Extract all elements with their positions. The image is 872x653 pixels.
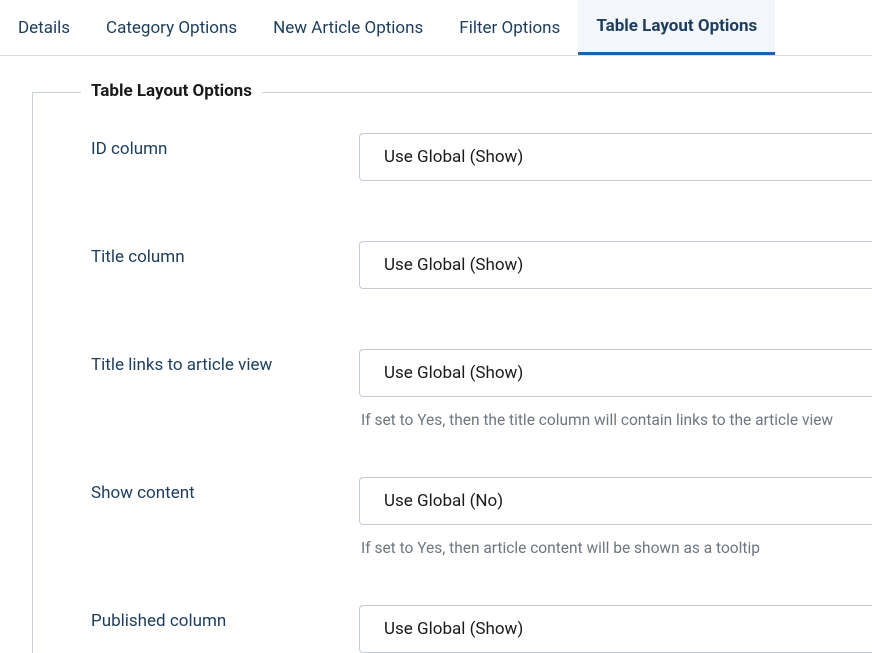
control-id-column: Use Global (Show) bbox=[359, 133, 872, 181]
tab-new-article-options[interactable]: New Article Options bbox=[255, 0, 441, 55]
tab-category-options[interactable]: Category Options bbox=[88, 0, 255, 55]
tab-table-layout-options[interactable]: Table Layout Options bbox=[578, 0, 775, 55]
tab-filter-options[interactable]: Filter Options bbox=[441, 0, 578, 55]
select-published-column[interactable]: Use Global (Show) bbox=[359, 605, 872, 653]
control-title-links: Use Global (Show) If set to Yes, then th… bbox=[359, 349, 872, 429]
select-title-links[interactable]: Use Global (Show) bbox=[359, 349, 872, 397]
table-layout-fieldset: Table Layout Options ID column Use Globa… bbox=[32, 92, 872, 653]
label-id-column: ID column bbox=[91, 133, 359, 159]
tab-content: Table Layout Options ID column Use Globa… bbox=[0, 56, 872, 653]
control-title-column: Use Global (Show) bbox=[359, 241, 872, 289]
tabs-bar: Details Category Options New Article Opt… bbox=[0, 0, 872, 56]
field-row-title-links: Title links to article view Use Global (… bbox=[91, 349, 872, 429]
field-row-id-column: ID column Use Global (Show) bbox=[91, 133, 872, 181]
select-show-content[interactable]: Use Global (No) bbox=[359, 477, 872, 525]
help-title-links: If set to Yes, then the title column wil… bbox=[359, 411, 872, 429]
label-published-column: Published column bbox=[91, 605, 359, 631]
select-title-column[interactable]: Use Global (Show) bbox=[359, 241, 872, 289]
fields-container: ID column Use Global (Show) Title column… bbox=[33, 93, 872, 653]
control-show-content: Use Global (No) If set to Yes, then arti… bbox=[359, 477, 872, 557]
control-published-column: Use Global (Show) bbox=[359, 605, 872, 653]
select-id-column[interactable]: Use Global (Show) bbox=[359, 133, 872, 181]
tab-details[interactable]: Details bbox=[0, 0, 88, 55]
field-row-show-content: Show content Use Global (No) If set to Y… bbox=[91, 477, 872, 557]
field-row-published-column: Published column Use Global (Show) bbox=[91, 605, 872, 653]
label-show-content: Show content bbox=[91, 477, 359, 503]
help-show-content: If set to Yes, then article content will… bbox=[359, 539, 872, 557]
field-row-title-column: Title column Use Global (Show) bbox=[91, 241, 872, 289]
label-title-column: Title column bbox=[91, 241, 359, 267]
fieldset-legend: Table Layout Options bbox=[81, 81, 262, 101]
label-title-links: Title links to article view bbox=[91, 349, 359, 375]
